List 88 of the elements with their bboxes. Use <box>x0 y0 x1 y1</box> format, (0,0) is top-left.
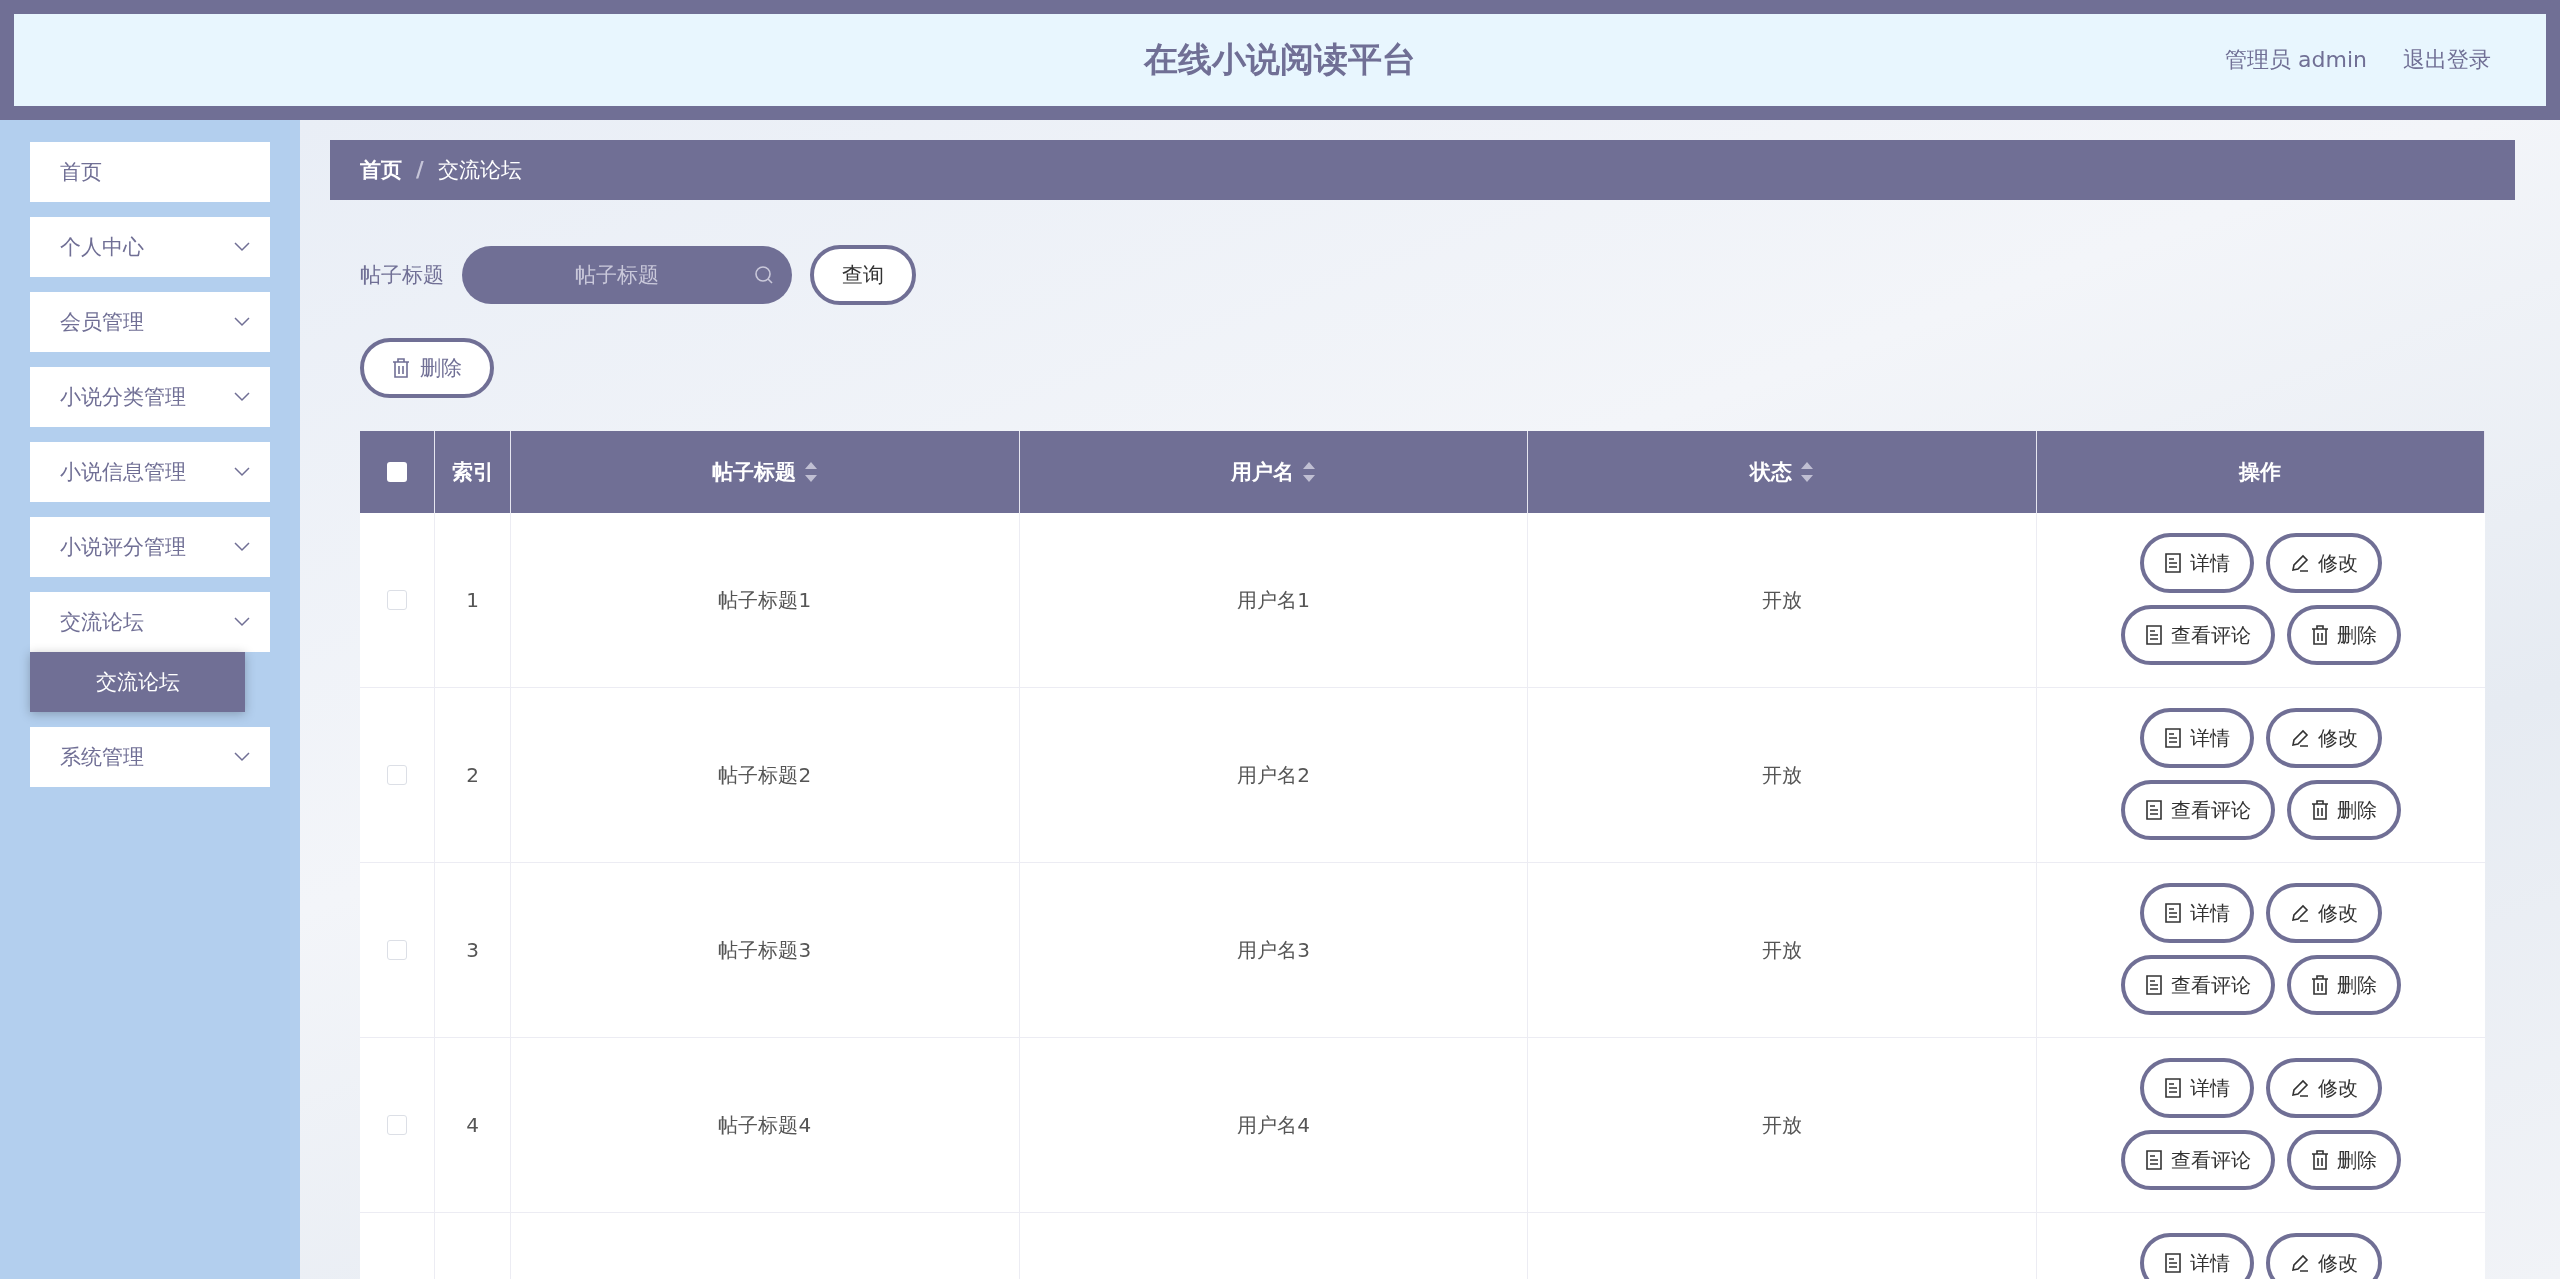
action-button[interactable]: 详情 <box>2140 708 2254 768</box>
chevron-down-icon <box>234 617 250 627</box>
document-icon <box>2164 553 2182 573</box>
action-button[interactable]: 详情 <box>2140 533 2254 593</box>
action-button[interactable]: 删除 <box>2287 1130 2401 1190</box>
table-cell: 帖子标题1 <box>718 586 812 614</box>
action-button[interactable]: 查看评论 <box>2121 955 2275 1015</box>
action-button[interactable]: 删除 <box>2287 780 2401 840</box>
action-button[interactable]: 删除 <box>2287 955 2401 1015</box>
delete-button[interactable]: 删除 <box>360 338 494 398</box>
sidebar-item[interactable]: 系统管理 <box>30 727 270 787</box>
chevron-down-icon <box>234 242 250 252</box>
action-button[interactable]: 修改 <box>2266 533 2382 593</box>
document-icon <box>2164 903 2182 923</box>
row-checkbox[interactable] <box>387 590 407 610</box>
breadcrumb-link[interactable]: 首页 <box>360 156 402 184</box>
table-cell: 3 <box>466 938 479 962</box>
table-cell: 帖子标题3 <box>718 936 812 964</box>
action-button[interactable]: 查看评论 <box>2121 1130 2275 1190</box>
table-cell: 开放 <box>1762 936 1803 964</box>
table-cell: 帖子标题2 <box>718 761 812 789</box>
action-button[interactable]: 详情 <box>2140 883 2254 943</box>
sidebar-item[interactable]: 交流论坛 <box>30 592 270 652</box>
trash-icon <box>392 358 410 378</box>
action-button[interactable]: 修改 <box>2266 1058 2382 1118</box>
sidebar-item[interactable]: 会员管理 <box>30 292 270 352</box>
table-cell: 1 <box>466 588 479 612</box>
document-icon <box>2164 728 2182 748</box>
chevron-down-icon <box>234 752 250 762</box>
submenu-item[interactable]: 交流论坛 <box>30 652 245 712</box>
action-button[interactable]: 详情 <box>2140 1233 2254 1279</box>
sidebar-item[interactable]: 首页 <box>30 142 270 202</box>
pencil-icon <box>2290 728 2310 748</box>
sort-icon[interactable] <box>803 461 818 483</box>
pencil-icon <box>2290 553 2310 573</box>
document-icon <box>2145 800 2163 820</box>
chevron-down-icon <box>234 317 250 327</box>
table-cell: 用户名2 <box>1237 761 1310 789</box>
table-cell: 用户名3 <box>1237 936 1310 964</box>
sort-icon[interactable] <box>1302 461 1316 483</box>
chevron-down-icon <box>234 542 250 552</box>
sidebar-item[interactable]: 个人中心 <box>30 217 270 277</box>
action-button[interactable]: 修改 <box>2266 708 2382 768</box>
search-icon <box>754 265 774 285</box>
table-cell: 用户名1 <box>1237 586 1310 614</box>
table-cell: 4 <box>466 1113 479 1137</box>
pencil-icon <box>2290 1253 2310 1273</box>
row-checkbox[interactable] <box>387 1115 407 1135</box>
action-button[interactable]: 修改 <box>2266 1233 2382 1279</box>
breadcrumb-current: 交流论坛 <box>437 157 522 184</box>
table-cell: 用户名4 <box>1237 1111 1310 1139</box>
table-cell: 开放 <box>1762 1111 1803 1139</box>
table-cell: 2 <box>466 763 479 787</box>
table-cell: 开放 <box>1762 761 1803 789</box>
chevron-down-icon <box>234 392 250 402</box>
action-button[interactable]: 详情 <box>2140 1058 2254 1118</box>
document-icon <box>2164 1078 2182 1098</box>
action-button[interactable]: 查看评论 <box>2121 605 2275 665</box>
trash-icon <box>2311 975 2329 995</box>
select-all-checkbox[interactable] <box>387 462 407 482</box>
document-icon <box>2145 625 2163 645</box>
chevron-down-icon <box>234 467 250 477</box>
sidebar-item[interactable]: 小说信息管理 <box>30 442 270 502</box>
logout-link[interactable]: 退出登录 <box>2403 45 2491 75</box>
sidebar-item[interactable]: 小说分类管理 <box>30 367 270 427</box>
action-button[interactable]: 修改 <box>2266 883 2382 943</box>
row-checkbox[interactable] <box>387 940 407 960</box>
table-cell: 帖子标题4 <box>718 1111 812 1139</box>
table-cell: 开放 <box>1762 586 1803 614</box>
search-field[interactable]: 帖子标题 <box>462 246 792 304</box>
action-button[interactable]: 删除 <box>2287 605 2401 665</box>
document-icon <box>2145 1150 2163 1170</box>
sort-icon[interactable] <box>1800 461 1815 483</box>
pencil-icon <box>2290 1078 2310 1098</box>
site-title: 在线小说阅读平台 <box>1144 38 1416 81</box>
row-checkbox[interactable] <box>387 765 407 785</box>
query-button[interactable]: 查询 <box>810 245 916 305</box>
trash-icon <box>2311 625 2329 645</box>
action-button[interactable]: 查看评论 <box>2121 780 2275 840</box>
sidebar-item[interactable]: 小说评分管理 <box>30 517 270 577</box>
breadcrumb-separator: / <box>416 158 424 182</box>
trash-icon <box>2311 1150 2329 1170</box>
pencil-icon <box>2290 903 2310 923</box>
search-label: 帖子标题 <box>360 262 444 289</box>
document-icon <box>2164 1253 2182 1273</box>
document-icon <box>2145 975 2163 995</box>
trash-icon <box>2311 800 2329 820</box>
user-label: 管理员 admin <box>2225 46 2367 74</box>
